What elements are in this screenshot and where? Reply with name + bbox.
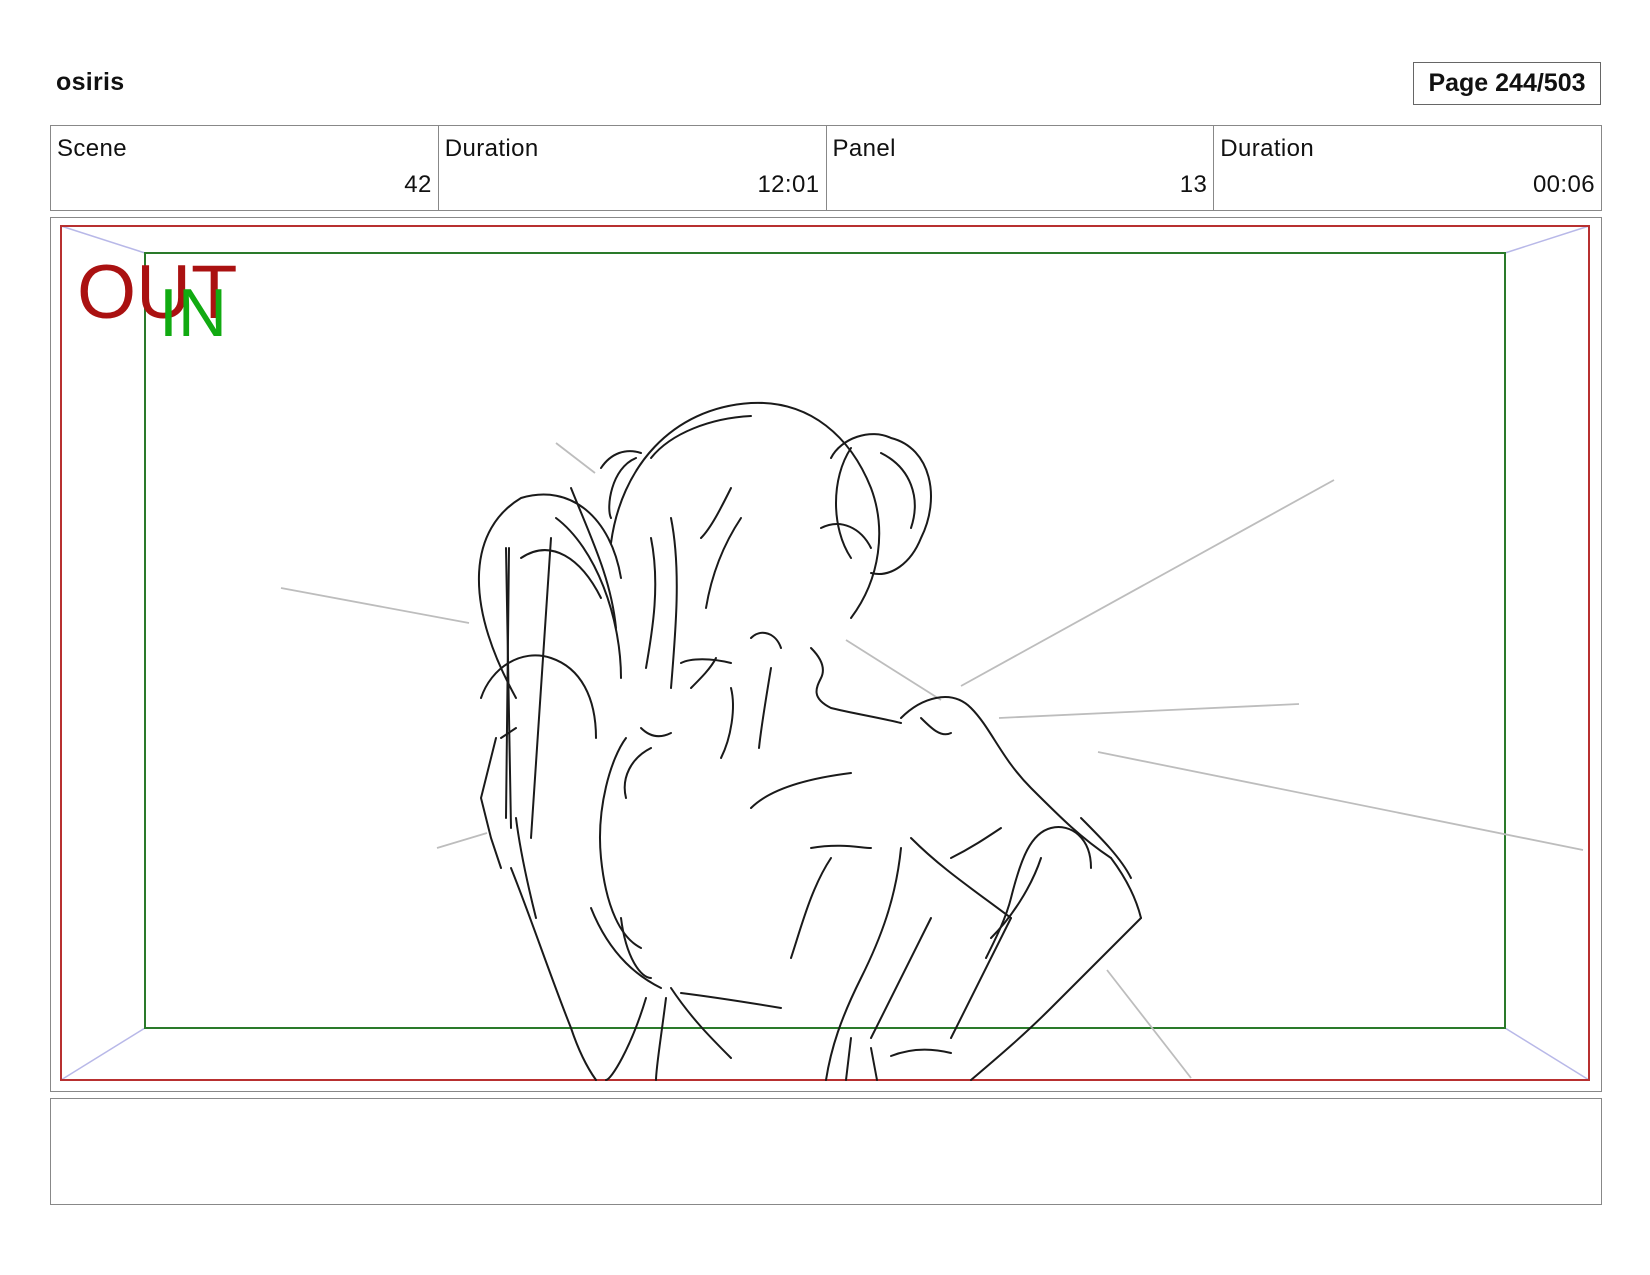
camera-move-guides (60, 225, 1590, 1081)
panel-duration-label: Duration (1220, 135, 1315, 162)
scene-duration-value: 12:01 (757, 171, 820, 198)
out-frame (60, 225, 1590, 1081)
panel-cell: Panel 13 (827, 126, 1215, 210)
scene-value: 42 (404, 171, 432, 198)
panel-drawing: OUT IN (60, 225, 1590, 1081)
energy-lines (280, 442, 1584, 1079)
panel-duration-value: 00:06 (1532, 171, 1595, 198)
panel-notes (50, 1098, 1602, 1205)
in-frame-label: IN (159, 275, 227, 351)
panel-label: Panel (832, 135, 896, 162)
scene-duration-cell: Duration 12:01 (439, 126, 827, 210)
project-title: osiris (56, 68, 125, 96)
page-number: Page 244/503 (1413, 62, 1601, 105)
scene-label: Scene (57, 135, 128, 162)
scene-duration-label: Duration (444, 135, 539, 162)
storyboard-panel: OUT IN (50, 217, 1602, 1092)
scene-cell: Scene 42 (51, 126, 439, 210)
character-sketch (478, 401, 1142, 1081)
panel-duration-cell: Duration 00:06 (1214, 126, 1601, 210)
in-frame (144, 252, 1506, 1029)
panel-info-table: Scene 42 Duration 12:01 Panel 13 Duratio… (50, 125, 1602, 211)
panel-value: 13 (1179, 171, 1208, 198)
